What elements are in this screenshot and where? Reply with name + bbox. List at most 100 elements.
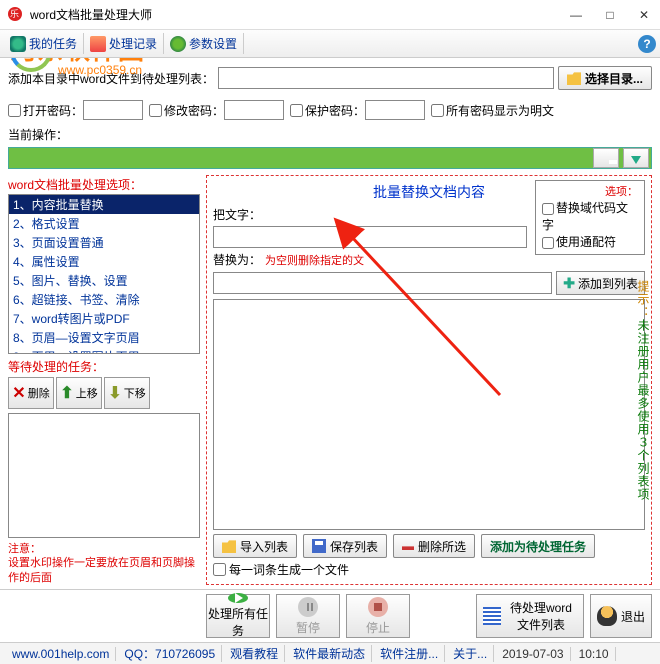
save-icon <box>312 539 326 553</box>
delete-selected-button[interactable]: ▬ 删除所选 <box>393 534 475 558</box>
option-item[interactable]: 7、word转图片或PDF <box>9 309 199 328</box>
exit-label: 退出 <box>621 608 645 625</box>
pending-title: 等待处理的任务： <box>8 358 200 375</box>
close-button[interactable]: ✕ <box>636 8 652 22</box>
maximize-button[interactable]: □ <box>602 8 618 22</box>
toolbar-settings[interactable]: 参数设置 <box>164 33 244 54</box>
protect-password-checkbox[interactable] <box>290 104 303 117</box>
x-icon: ✕ <box>12 383 25 403</box>
open-password-label: 打开密码： <box>23 102 83 119</box>
main-toolbar: 我的任务 处理记录 参数设置 ? <box>0 30 660 58</box>
option-item[interactable]: 6、超链接、书签、清除 <box>9 290 199 309</box>
plus-icon: ✚ <box>563 275 575 292</box>
browse-directory-button[interactable]: 选择目录... <box>558 66 652 90</box>
download-button[interactable] <box>623 148 649 168</box>
modify-password-label: 修改密码： <box>164 102 224 119</box>
protect-password-label: 保护密码： <box>305 102 365 119</box>
import-list-button[interactable]: 导入列表 <box>213 534 297 558</box>
add-pending-task-button[interactable]: 添加为待处理任务 <box>481 534 595 558</box>
app-icon <box>8 7 24 23</box>
plain-password-label: 所有密码显示为明文 <box>446 102 554 119</box>
replace-field-code-checkbox[interactable] <box>542 203 554 215</box>
options-box-title: 选项： <box>542 183 638 199</box>
use-wildcard-option[interactable]: 使用通配符 <box>542 233 638 250</box>
help-button[interactable]: ? <box>638 35 656 53</box>
option-item[interactable]: 1、内容批量替换 <box>9 195 199 214</box>
delete-task-button[interactable]: ✕删除 <box>8 377 54 409</box>
delete-selected-label: 删除所选 <box>418 538 466 555</box>
run-all-button[interactable]: 处理所有任务 <box>206 594 270 638</box>
option-item[interactable]: 5、图片、替换、设置 <box>9 271 199 290</box>
play-icon <box>228 593 248 603</box>
pause-button[interactable]: 暂停 <box>276 594 340 638</box>
use-wildcard-checkbox[interactable] <box>542 237 554 249</box>
modify-password-input[interactable] <box>224 100 284 120</box>
minimize-button[interactable]: — <box>568 8 584 22</box>
status-time: 10:10 <box>573 647 616 661</box>
toolbar-tasks-label: 我的任务 <box>29 35 77 52</box>
pending-file-list-label: 待处理word文件列表 <box>505 599 577 633</box>
up-label: 上移 <box>76 385 98 401</box>
browse-label: 选择目录... <box>585 70 643 87</box>
pending-file-list-button[interactable]: 待处理word文件列表 <box>476 594 584 638</box>
toolbar-tasks[interactable]: 我的任务 <box>4 33 84 54</box>
bottom-bar: 处理所有任务 暂停 停止 待处理word文件列表 退出 <box>0 589 660 642</box>
minus-icon: ▬ <box>402 539 414 553</box>
pending-task-list[interactable] <box>8 413 200 538</box>
right-panel: 批量替换文档内容 选项： 替换域代码文字 使用通配符 把文字： 替换为： 为空则… <box>206 175 652 585</box>
progress-bar <box>8 147 652 169</box>
option-item[interactable]: 2、格式设置 <box>9 214 199 233</box>
notice-text: 注意： 设置水印操作一定要放在页眉和页脚操作的后面 <box>8 542 200 585</box>
directory-input[interactable] <box>218 67 554 89</box>
save-list-button[interactable]: 保存列表 <box>303 534 387 558</box>
open-password-input[interactable] <box>83 100 143 120</box>
download-icon <box>631 156 641 164</box>
pause-icon <box>298 597 318 617</box>
option-item[interactable]: 8、页眉—设置文字页眉 <box>9 328 199 347</box>
find-text-input[interactable] <box>213 226 527 248</box>
replace-with-input[interactable] <box>213 272 552 294</box>
replace-field-code-option[interactable]: 替换域代码文字 <box>542 199 638 233</box>
option-item[interactable]: 9、页眉—设置图片页眉 <box>9 347 199 354</box>
generate-per-entry-checkbox[interactable] <box>213 563 226 576</box>
folder-icon <box>222 539 236 553</box>
toolbar-records-label: 处理记录 <box>109 35 157 52</box>
generate-per-entry-label: 每一词条生成一个文件 <box>229 561 349 578</box>
records-icon <box>90 36 106 52</box>
add-directory-row: 添加本目录中word文件到待处理列表： 选择目录... <box>0 60 660 96</box>
arrow-down-icon: ⬇ <box>108 383 121 403</box>
down-label: 下移 <box>124 385 146 401</box>
option-item[interactable]: 4、属性设置 <box>9 252 199 271</box>
modify-password-checkbox[interactable] <box>149 104 162 117</box>
move-down-button[interactable]: ⬇下移 <box>104 377 150 409</box>
toolbar-settings-label: 参数设置 <box>189 35 237 52</box>
tasks-icon <box>10 36 26 52</box>
left-column: word文档批量处理选项： 1、内容批量替换 2、格式设置 3、页面设置普通 4… <box>8 175 200 585</box>
stop-icon <box>368 597 388 617</box>
protect-password-input[interactable] <box>365 100 425 120</box>
options-list[interactable]: 1、内容批量替换 2、格式设置 3、页面设置普通 4、属性设置 5、图片、替换、… <box>8 194 200 354</box>
replace-hint: 为空则删除指定的文 <box>265 252 364 268</box>
add-to-list-button[interactable]: ✚添加到列表 <box>556 271 645 295</box>
delete-label: 删除 <box>28 385 50 401</box>
tip-vertical: 提示：未注册用户最多使用３个列表项 <box>638 280 652 501</box>
pause-label: 暂停 <box>296 619 320 636</box>
find-text-label: 把文字： <box>213 206 261 223</box>
exit-icon <box>597 606 617 626</box>
plain-password-checkbox[interactable] <box>431 104 444 117</box>
toolbar-records[interactable]: 处理记录 <box>84 33 164 54</box>
replace-with-label: 替换为： <box>213 251 261 268</box>
options-title: word文档批量处理选项： <box>8 175 200 194</box>
option-item[interactable]: 3、页面设置普通 <box>9 233 199 252</box>
replacement-list[interactable] <box>213 299 645 530</box>
import-list-label: 导入列表 <box>240 538 288 555</box>
stop-button[interactable]: 停止 <box>346 594 410 638</box>
save-button[interactable] <box>593 148 619 168</box>
add-to-list-label: 添加到列表 <box>578 275 638 292</box>
status-site[interactable]: www.001help.com <box>6 647 116 661</box>
open-password-checkbox[interactable] <box>8 104 21 117</box>
password-row: 打开密码： 修改密码： 保护密码： 所有密码显示为明文 <box>0 96 660 126</box>
exit-button[interactable]: 退出 <box>590 594 652 638</box>
window-title: word文档批量处理大师 <box>30 6 568 23</box>
move-up-button[interactable]: ⬆上移 <box>56 377 102 409</box>
